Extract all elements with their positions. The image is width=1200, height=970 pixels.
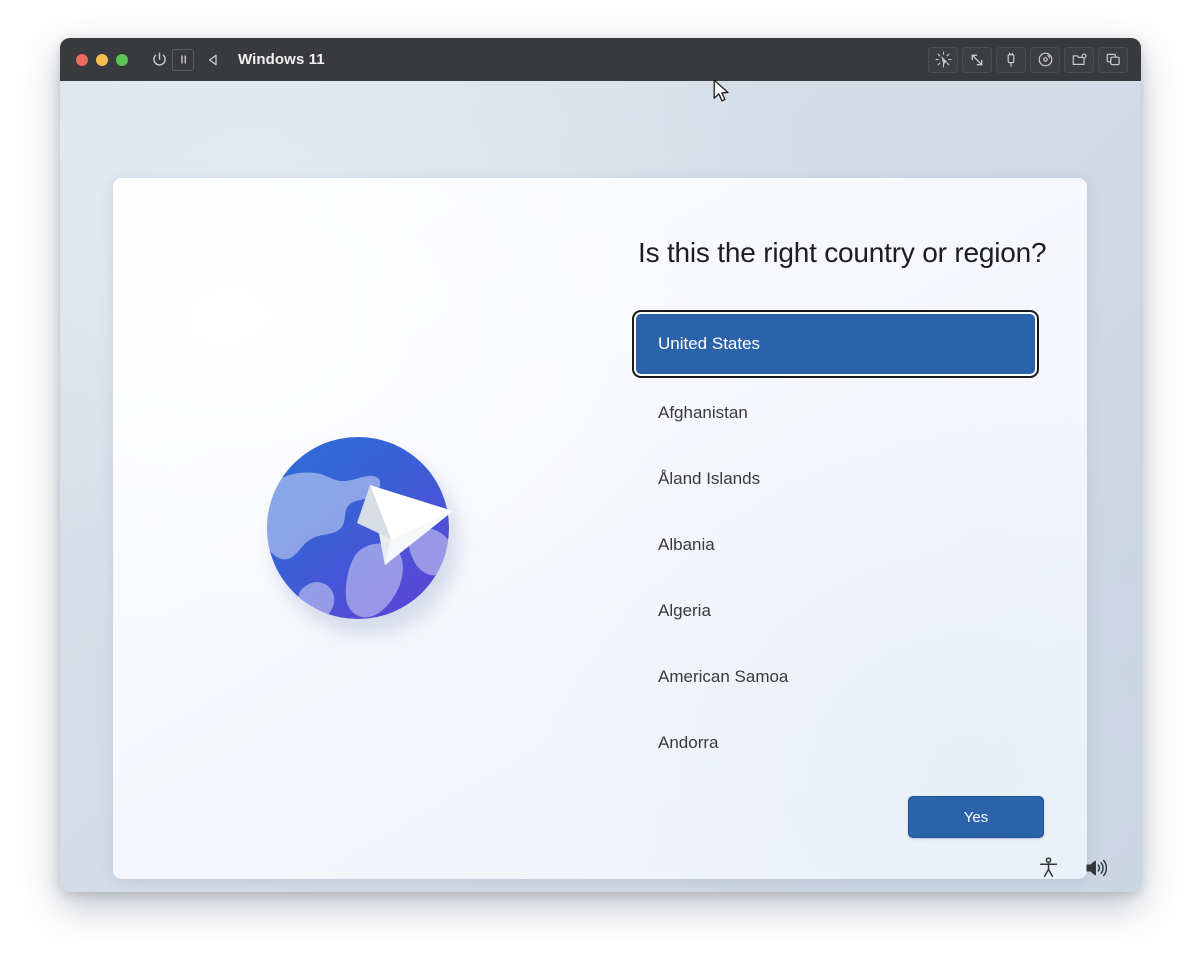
minimize-window-button[interactable] [96,53,108,66]
country-option[interactable]: American Samoa [636,644,1035,710]
oobe-card: Is this the right country or region? Uni… [113,178,1087,879]
maximize-window-button[interactable] [116,53,128,66]
page-title: Is this the right country or region? [638,237,1047,268]
vm-toolbar [928,46,1128,73]
country-label: Albania [658,535,715,554]
globe-paper-plane-illustration [263,433,463,635]
country-option-selected[interactable]: United States [636,314,1035,374]
close-window-button[interactable] [76,53,88,66]
country-label: Andorra [658,733,719,752]
snapshots-icon[interactable] [1098,46,1128,73]
resize-diagonal-icon[interactable] [962,46,992,73]
usb-icon[interactable] [996,46,1026,73]
oobe-content-pane: Is this the right country or region? Uni… [636,178,1087,879]
disc-icon[interactable] [1030,46,1060,73]
accessibility-icon[interactable] [1038,857,1059,878]
click-burst-icon[interactable] [928,46,958,73]
globe-icon [267,437,453,619]
country-option[interactable]: Algeria [636,578,1035,644]
country-option[interactable]: Afghanistan [636,380,1035,446]
country-label: Afghanistan [658,403,748,422]
country-option[interactable]: Albania [636,512,1035,578]
window-title: Windows 11 [238,51,325,68]
country-list[interactable]: United States Afghanistan Åland Islands … [636,310,1035,776]
pause-icon[interactable] [172,48,194,71]
country-label: Åland Islands [658,469,761,488]
country-label: Algeria [658,601,711,620]
back-icon[interactable] [200,48,226,72]
traffic-light-controls [76,53,128,66]
volume-icon[interactable] [1085,858,1107,878]
guest-screen: Is this the right country or region? Uni… [60,81,1141,892]
power-icon[interactable] [146,48,172,72]
country-option[interactable]: Andorra [636,710,1035,776]
confirm-yes-button[interactable]: Yes [908,796,1044,838]
vm-window: Windows 11 Is this the right country or … [60,38,1141,892]
shared-folder-icon[interactable] [1064,46,1094,73]
window-titlebar: Windows 11 [60,38,1141,81]
country-label: United States [658,334,761,353]
country-option[interactable]: Åland Islands [636,446,1035,512]
oobe-bottom-bar [1038,857,1107,878]
country-label: American Samoa [658,667,789,686]
